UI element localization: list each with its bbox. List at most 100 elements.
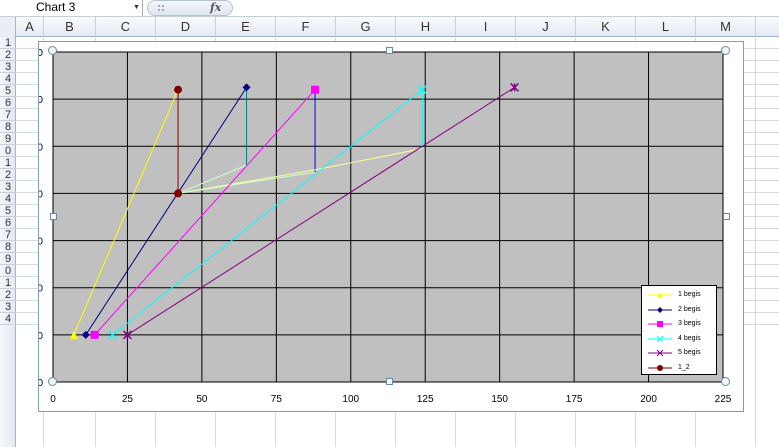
resize-handle-bottom-left[interactable]	[48, 377, 57, 386]
column-header[interactable]: K	[576, 17, 636, 37]
legend-label: 2 begis	[678, 305, 701, 313]
select-all-corner[interactable]	[0, 17, 16, 37]
column-header[interactable]: H	[396, 17, 456, 37]
row-header[interactable]: 2	[0, 49, 16, 61]
x-tick-label: 50	[196, 394, 208, 405]
legend-swatch	[648, 292, 672, 298]
row-header[interactable]: 5	[0, 85, 16, 97]
y-tick-label: 0	[39, 378, 43, 389]
row-header[interactable]: 3	[0, 61, 16, 73]
row-header[interactable]: 7	[0, 229, 16, 241]
y-tick-label: 7000	[39, 48, 43, 59]
row-header[interactable]: 8	[0, 241, 16, 253]
legend-swatch	[648, 335, 672, 342]
x-tick-label: 100	[342, 394, 359, 405]
row-header[interactable]: 5	[0, 205, 16, 217]
column-header[interactable]: L	[636, 17, 696, 37]
y-tick-label: 4000	[39, 189, 43, 200]
data-point	[174, 189, 183, 198]
row-headers: 123456789012345678901234	[0, 37, 16, 447]
data-point	[174, 85, 183, 94]
resize-handle-top-right[interactable]	[721, 46, 730, 55]
plot-area	[52, 51, 724, 383]
name-box-value: Chart 3	[36, 0, 76, 14]
legend-swatch	[648, 321, 672, 327]
formula-input[interactable]	[236, 0, 779, 16]
x-tick-label: 0	[50, 394, 56, 405]
row-header[interactable]: 8	[0, 121, 16, 133]
resize-handle-top[interactable]	[386, 47, 393, 54]
y-tick-label: 5000	[39, 142, 43, 153]
column-header[interactable]: M	[696, 17, 756, 37]
row-header[interactable]: 1	[0, 277, 16, 289]
row-header[interactable]: 9	[0, 253, 16, 265]
column-header[interactable]: D	[156, 17, 216, 37]
column-header[interactable]: B	[44, 17, 96, 37]
column-header[interactable]: F	[276, 17, 336, 37]
y-tick-label: 1000	[39, 331, 43, 342]
column-header[interactable]: J	[516, 17, 576, 37]
row-header[interactable]: 3	[0, 181, 16, 193]
y-tick-label: 2000	[39, 284, 43, 295]
spreadsheet-window: Chart 3 ▼ fx ABCDEFGHIJKLM 1234567890123…	[0, 0, 779, 447]
resize-handle-bottom[interactable]	[386, 378, 393, 385]
legend-label: 4 begis	[678, 334, 701, 342]
legend-item[interactable]: 3 begis	[644, 318, 716, 332]
legend-item[interactable]: 1 begis	[644, 289, 716, 303]
row-header[interactable]: 0	[0, 145, 16, 157]
scatter-chart[interactable]: 0 25 50 75 100 125 150 175 200 225 0 1000 2000 3000 40…	[39, 42, 743, 411]
row-header[interactable]: 4	[0, 193, 16, 205]
legend-item[interactable]: 4 begis	[644, 333, 716, 347]
x-tick-label: 75	[271, 394, 283, 405]
formula-controls: fx	[147, 0, 233, 16]
chart-legend[interactable]: 1 begis 2 begis 3 begis 4 begis 5 begis 1_2	[641, 285, 717, 375]
formula-bar: Chart 3 ▼ fx	[0, 0, 779, 17]
legend-label: 3 begis	[678, 320, 701, 327]
chevron-down-icon[interactable]: ▼	[131, 1, 142, 15]
legend-label: 5 begis	[678, 349, 701, 356]
x-tick-label: 225	[715, 394, 732, 405]
insert-function-icon[interactable]: fx	[210, 1, 221, 15]
x-tick-label: 150	[491, 394, 508, 405]
row-header[interactable]: 7	[0, 109, 16, 121]
data-point	[311, 85, 320, 94]
row-header[interactable]: 1	[0, 157, 16, 169]
row-header[interactable]: 0	[0, 265, 16, 277]
x-tick-label: 175	[566, 394, 583, 405]
row-header[interactable]: 6	[0, 217, 16, 229]
column-header[interactable]: A	[16, 17, 44, 37]
row-header[interactable]: 2	[0, 169, 16, 181]
x-tick-label: 25	[122, 394, 134, 405]
resize-grip-icon[interactable]	[157, 4, 167, 12]
row-header[interactable]: 9	[0, 133, 16, 145]
legend-label: 1_2	[678, 363, 690, 371]
column-headers: ABCDEFGHIJKLM	[0, 17, 779, 37]
row-header[interactable]: 2	[0, 289, 16, 301]
column-header[interactable]: E	[216, 17, 276, 37]
resize-handle-left[interactable]	[50, 213, 57, 220]
resize-handle-top-left[interactable]	[48, 46, 57, 55]
grid-column-line	[755, 37, 756, 447]
row-header[interactable]: 4	[0, 313, 16, 325]
column-header[interactable]: G	[336, 17, 396, 37]
resize-handle-bottom-right[interactable]	[721, 377, 730, 386]
chart-area[interactable]: 0 25 50 75 100 125 150 175 200 225 0 1000 2000 3000 40…	[38, 41, 744, 412]
row-header[interactable]: 1	[0, 37, 16, 49]
x-tick-label: 125	[417, 394, 434, 405]
column-header[interactable]: C	[96, 17, 156, 37]
legend-swatch	[648, 349, 672, 357]
data-point	[90, 330, 99, 339]
y-tick-label: 6000	[39, 95, 43, 106]
legend-item[interactable]: 5 begis	[644, 347, 716, 361]
legend-swatch	[648, 306, 672, 313]
row-header[interactable]: 4	[0, 73, 16, 85]
resize-handle-right[interactable]	[723, 213, 730, 220]
legend-item[interactable]: 1_2	[644, 362, 716, 376]
name-box[interactable]: Chart 3 ▼	[0, 0, 143, 16]
legend-item[interactable]: 2 begis	[644, 304, 716, 318]
column-header[interactable]: I	[456, 17, 516, 37]
row-header[interactable]: 6	[0, 97, 16, 109]
legend-label: 1 begis	[678, 291, 701, 298]
y-tick-label: 3000	[39, 237, 43, 248]
row-header[interactable]: 3	[0, 301, 16, 313]
